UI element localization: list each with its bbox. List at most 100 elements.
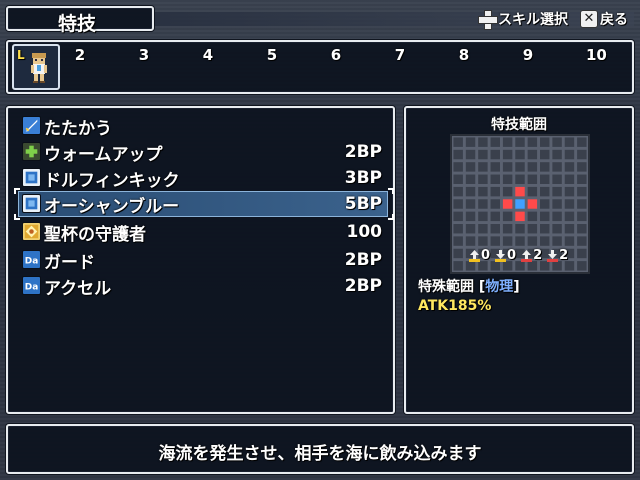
svg-text:Da: Da xyxy=(25,257,38,267)
range-target-cell xyxy=(502,199,513,209)
stat-up-yellow: 0 xyxy=(468,248,490,263)
party-slot-8[interactable]: 8 xyxy=(454,46,474,64)
range-cell xyxy=(564,199,575,209)
range-cell xyxy=(453,224,463,234)
range-cell xyxy=(564,174,575,184)
range-cell xyxy=(478,174,488,184)
range-cell xyxy=(515,149,525,160)
range-cell xyxy=(502,149,513,160)
range-cell xyxy=(552,137,562,147)
range-cell xyxy=(564,224,575,234)
range-cell xyxy=(540,199,550,209)
party-slot-3[interactable]: 3 xyxy=(134,46,154,64)
skill-row-grail-guardian[interactable]: 聖杯の守護者 100 xyxy=(22,219,386,245)
cursor-corner xyxy=(388,214,394,220)
range-cell xyxy=(490,236,500,246)
range-target-cell xyxy=(527,199,538,209)
stat-down-yellow: 0 xyxy=(494,248,516,263)
range-center-cell xyxy=(515,199,525,209)
help-back[interactable]: ✕ 戻る xyxy=(580,8,628,30)
party-slot-9[interactable]: 9 xyxy=(518,46,538,64)
range-cell xyxy=(490,149,500,160)
skill-name: アクセル xyxy=(44,279,112,299)
skill-name: ウォームアップ xyxy=(44,145,163,165)
help-select-skill: スキル選択 xyxy=(478,8,568,30)
range-cell xyxy=(540,211,550,222)
range-cell xyxy=(490,224,500,234)
range-cell xyxy=(465,162,476,172)
range-cell xyxy=(577,137,587,147)
party-slot-selected[interactable]: L xyxy=(12,44,60,90)
range-cell xyxy=(465,186,476,197)
range-cell xyxy=(465,224,476,234)
skill-row-warm-up[interactable]: ウォームアップ 2BP xyxy=(22,139,386,165)
stat-down-red: 2 xyxy=(546,248,568,263)
range-target-cell xyxy=(515,211,525,222)
range-cell xyxy=(577,149,587,160)
range-cell xyxy=(478,186,488,197)
description-panel: 海流を発生させ、相手を海に飲み込みます xyxy=(6,424,634,474)
character-portrait-icon xyxy=(31,53,47,83)
range-cell xyxy=(465,199,476,209)
cancel-button-icon: ✕ xyxy=(580,10,598,28)
stat-value: 2 xyxy=(533,248,543,263)
cursor-corner xyxy=(14,214,20,220)
stat-value: 0 xyxy=(481,248,491,263)
range-cell xyxy=(453,137,463,147)
skill-row-accel[interactable]: Da アクセル 2BP xyxy=(22,273,386,299)
range-cell xyxy=(490,186,500,197)
range-cell xyxy=(527,236,538,246)
range-cell xyxy=(577,186,587,197)
party-bar: L 2 3 4 5 6 7 8 9 10 xyxy=(6,40,634,94)
skill-row-attack[interactable]: たたかう xyxy=(22,113,386,139)
skill-cost: 2BP xyxy=(344,276,382,296)
party-slot-10[interactable]: 10 xyxy=(586,46,607,64)
range-cell xyxy=(515,236,525,246)
range-cell xyxy=(540,236,550,246)
skill-name: 聖杯の守護者 xyxy=(44,225,146,245)
dpad-icon xyxy=(478,10,498,30)
party-slot-6[interactable]: 6 xyxy=(326,46,346,64)
range-cell xyxy=(552,236,562,246)
range-cell xyxy=(527,186,538,197)
physical-skill-icon xyxy=(22,194,41,213)
range-cell xyxy=(502,224,513,234)
party-slot-2[interactable]: 2 xyxy=(70,46,90,64)
range-cell xyxy=(502,211,513,222)
range-cell xyxy=(564,211,575,222)
range-cell xyxy=(478,137,488,147)
page-title: 特技 xyxy=(58,13,97,35)
range-cell xyxy=(453,149,463,160)
range-cell xyxy=(465,236,476,246)
range-cell xyxy=(564,236,575,246)
skill-row-guard[interactable]: Da ガード 2BP xyxy=(22,247,386,273)
range-cell xyxy=(453,199,463,209)
range-cell xyxy=(515,224,525,234)
party-slot-5[interactable]: 5 xyxy=(262,46,282,64)
atk-multiplier: ATK185% xyxy=(418,298,492,314)
range-cell xyxy=(577,174,587,184)
party-slot-7[interactable]: 7 xyxy=(390,46,410,64)
range-cell xyxy=(453,261,463,271)
skill-cost: 2BP xyxy=(344,250,382,270)
stat-value: 0 xyxy=(507,248,517,263)
range-title: 特技範囲 xyxy=(491,117,547,133)
skill-row-ocean-blue-selected[interactable]: オーシャンブルー 5BP xyxy=(14,188,394,220)
skill-row-dolphin-kick[interactable]: ドルフィンキック 3BP xyxy=(22,165,386,191)
range-cell xyxy=(527,224,538,234)
stat-value: 2 xyxy=(559,248,569,263)
attack-icon xyxy=(22,116,41,135)
skill-list: たたかう ウォームアップ 2BP ドルフィンキック 3BP オーシャンブルー 5… xyxy=(6,106,395,414)
svg-text:Da: Da xyxy=(25,283,38,293)
range-cell xyxy=(502,186,513,197)
down-arrow-icon xyxy=(495,249,507,262)
range-cell xyxy=(552,186,562,197)
skill-cost: 2BP xyxy=(344,142,382,162)
range-cell xyxy=(502,162,513,172)
range-cell xyxy=(478,211,488,222)
range-desc-prefix: 特殊範囲 [ xyxy=(418,279,486,295)
skill-name: ガード xyxy=(44,253,95,273)
range-desc-suffix: ] xyxy=(513,279,520,295)
party-slot-4[interactable]: 4 xyxy=(198,46,218,64)
range-cell xyxy=(515,174,525,184)
